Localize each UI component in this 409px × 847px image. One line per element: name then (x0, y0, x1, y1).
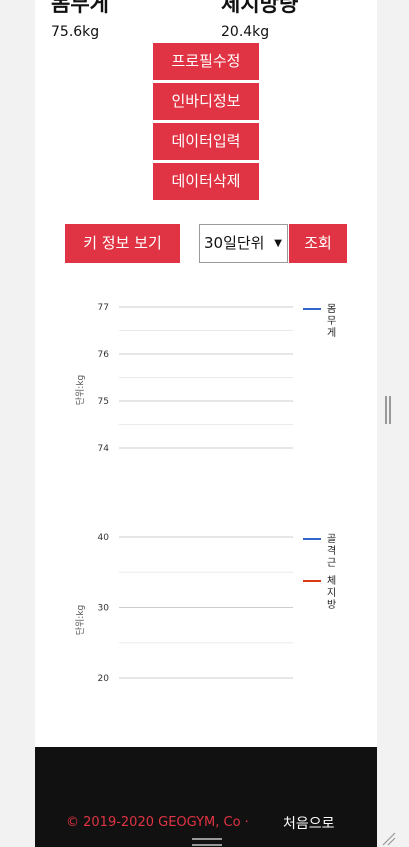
grid-lines (119, 536, 293, 679)
home-link[interactable]: 처음으로 (283, 813, 335, 833)
y-tick-label: 30 (98, 604, 110, 614)
y-tick-label: 74 (98, 444, 110, 454)
legend-label-char: 근 (327, 558, 336, 569)
legend-label-char: 몸 (327, 303, 336, 315)
action-button-group: 프로필수정 인바디정보 데이터입력 데이터삭제 (153, 43, 259, 203)
caret-down-icon: ▼ (274, 238, 282, 249)
body-fat-label: 체지방량 (221, 0, 299, 16)
data-input-button[interactable]: 데이터입력 (153, 123, 259, 160)
page-container: 몸무게 75.6kg 체지방량 20.4kg 프로필수정 인바디정보 데이터입력… (35, 0, 377, 847)
inbody-info-button[interactable]: 인바디정보 (153, 83, 259, 120)
legend-label-char: 골 (327, 533, 336, 545)
chart-legend: 몸무게 (303, 303, 336, 339)
y-tick-label: 77 (98, 303, 109, 313)
key-info-button[interactable]: 키 정보 보기 (65, 224, 180, 263)
query-button[interactable]: 조회 (289, 224, 347, 263)
period-select-value: 30일단위 (204, 234, 265, 252)
drag-handle-icon[interactable] (385, 396, 391, 424)
y-tick-labels: 77 76 75 74 (98, 303, 110, 454)
composition-chart: 40 30 20 단위:kg 골격근체지방 (75, 533, 336, 684)
legend-label-char: 게 (327, 327, 336, 339)
copyright-text: © 2019-2020 GEOGYM, Co · (66, 815, 249, 830)
footer: © 2019-2020 GEOGYM, Co · 처음으로 (35, 747, 377, 847)
weight-chart: 77 76 75 74 단위:kg 몸무게 (75, 303, 336, 454)
y-tick-label: 75 (98, 397, 109, 407)
legend-label-char: 격 (327, 544, 336, 557)
grid-lines (119, 306, 293, 449)
resize-grip-icon[interactable] (380, 830, 396, 846)
y-tick-labels: 40 30 20 (98, 533, 110, 684)
y-tick-label: 76 (98, 350, 110, 360)
period-select[interactable]: 30일단위 ▼ (199, 224, 288, 263)
weight-label: 몸무게 (51, 0, 109, 16)
y-axis-label: 단위:kg (75, 375, 86, 406)
chart-legend: 골격근체지방 (303, 533, 336, 611)
y-axis-label: 단위:kg (75, 605, 86, 636)
data-delete-button[interactable]: 데이터삭제 (153, 163, 259, 200)
weight-value: 75.6kg (51, 24, 100, 40)
y-tick-label: 20 (98, 674, 110, 684)
y-tick-label: 40 (98, 533, 110, 543)
profile-edit-button[interactable]: 프로필수정 (153, 43, 259, 80)
legend-label-char: 체 (327, 575, 336, 587)
drag-handle-icon[interactable] (192, 838, 222, 846)
legend-label-char: 지 (327, 587, 336, 599)
legend-label-char: 무 (327, 316, 336, 327)
body-fat-value: 20.4kg (221, 24, 270, 40)
legend-label-char: 방 (327, 599, 336, 611)
